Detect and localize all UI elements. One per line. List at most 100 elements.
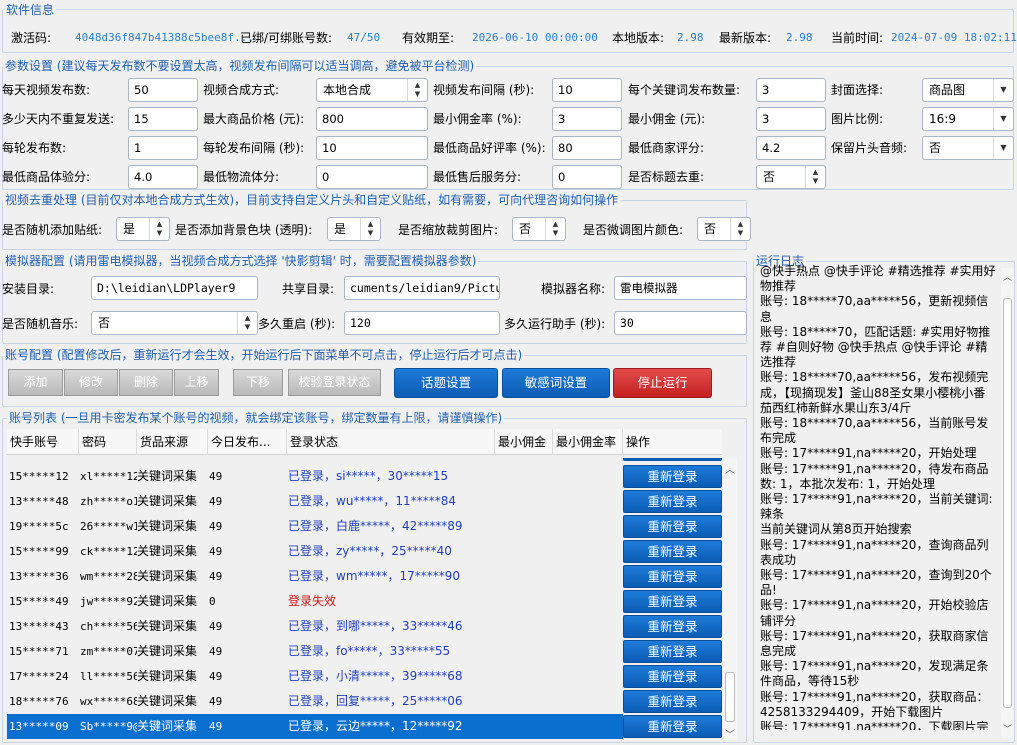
- table-row[interactable]: 18*****76 wx*****68 关键词采集 49 已登录，回复*****，25*…: [7, 689, 623, 714]
- keep-audio-select[interactable]: 否 ▼: [922, 136, 1014, 160]
- cover-select[interactable]: 商品图 ▼: [922, 78, 1014, 102]
- install-input[interactable]: D:\leidian\LDPlayer9: [91, 276, 258, 300]
- relogin-button[interactable]: 重新登录: [623, 690, 722, 713]
- relogin-button[interactable]: 重新登录: [623, 490, 722, 513]
- log-scrollbar-thumb[interactable]: [1003, 298, 1012, 708]
- dedup-title-select[interactable]: 否 ▲ ▼: [756, 165, 826, 189]
- table-scrollbar-thumb[interactable]: [725, 672, 735, 722]
- relogin-button[interactable]: 重新登录: [623, 565, 722, 588]
- min-exp-label: 最低商品体验分:: [2, 170, 91, 184]
- current-time-value: 2024-07-09 18:02:11: [891, 31, 1017, 44]
- scroll-down-arrow-icon[interactable]: ﹀: [1002, 722, 1013, 735]
- relogin-button[interactable]: 重新登录: [623, 640, 722, 663]
- table-row[interactable]: 13*****36 wm*****28 关键词采集 49 已登录，wm*****，17*…: [7, 564, 623, 589]
- table-row[interactable]: 19*****5c 26*****w1 关键词采集 49 已登录，白鹿*****，42*…: [7, 514, 623, 539]
- stop-running-button[interactable]: 停止运行: [613, 368, 712, 398]
- add-button[interactable]: 添加: [8, 369, 63, 396]
- tint-select[interactable]: 否 ▲ ▼: [697, 217, 751, 241]
- move-up-button[interactable]: 上移: [174, 369, 219, 396]
- min-commission-rate-input[interactable]: 3: [552, 107, 622, 131]
- cover-label: 封面选择:: [831, 83, 884, 97]
- sticker-select[interactable]: 是 ▲ ▼: [116, 217, 170, 241]
- relogin-button[interactable]: 重新登录: [623, 465, 722, 488]
- col-account[interactable]: 快手账号: [7, 429, 79, 455]
- ratio-select[interactable]: 16:9 ▼: [922, 107, 1014, 131]
- min-aftersale-input[interactable]: 0: [552, 165, 622, 189]
- crop-select[interactable]: 否 ▲ ▼: [512, 217, 566, 241]
- log-line: 账号: 18*****70，匹配话题: #实用好物推荐 #自则好物 @快手热点 …: [760, 324, 991, 370]
- topic-settings-button[interactable]: 话题设置: [394, 368, 498, 398]
- log-line: 账号: 18*****70,aa*****56，更新视频信息: [760, 294, 989, 324]
- table-row[interactable]: 15*****49 jw*****92 关键词采集 0 登录失效: [7, 589, 623, 614]
- scroll-down-arrow-icon[interactable]: ﹀: [724, 726, 736, 741]
- activation-label: 激活码:: [11, 31, 52, 45]
- col-actions[interactable]: 操作: [623, 429, 722, 455]
- relogin-button[interactable]: 重新登录: [623, 665, 722, 688]
- min-exp-input[interactable]: 4.0: [128, 165, 198, 189]
- local-version-value: 2.98: [677, 31, 704, 44]
- relogin-button[interactable]: 重新登录: [623, 615, 722, 638]
- scroll-up-arrow-icon[interactable]: ︿: [1002, 270, 1013, 283]
- relogin-button[interactable]: 重新登录: [623, 540, 722, 563]
- move-down-button[interactable]: 下移: [233, 369, 283, 396]
- cell-today: 49: [209, 520, 223, 533]
- table-row[interactable]: 13*****09 Sb*****9@ 关键词采集 49 已登录，云边*****，12*…: [7, 714, 623, 739]
- emulator-name-input[interactable]: 雷电模拟器: [614, 276, 747, 300]
- table-scrollbar[interactable]: ︿ ﹀: [723, 458, 737, 741]
- col-status[interactable]: 登录状态: [287, 429, 495, 455]
- min-good-rate-input[interactable]: 80: [552, 136, 622, 160]
- min-shop-score-input[interactable]: 4.2: [756, 136, 826, 160]
- table-row[interactable]: 17*****24 ll*****56 关键词采集 49 已登录，小清*****，39*…: [7, 664, 623, 689]
- log-line: 账号: 17*****91,na*****20，开始校验店铺评分: [760, 598, 989, 628]
- helper-input[interactable]: 30: [614, 311, 747, 335]
- delete-button[interactable]: 删除: [119, 369, 173, 396]
- log-line: 账号: 17*****91,na*****20，发现满足条件商品，等待15秒: [760, 659, 989, 689]
- col-today[interactable]: 今日发布...: [208, 429, 287, 455]
- relogin-button[interactable]: 重新登录: [623, 515, 722, 538]
- relogin-button[interactable]: 重新登录: [623, 590, 722, 613]
- col-min-commission-rate[interactable]: 最小佣金率: [553, 429, 623, 455]
- expiry-value: 2026-06-10 00:00:00: [472, 31, 598, 44]
- cell-status: 已登录，si*****，30*****15: [288, 469, 449, 483]
- table-row[interactable]: 13*****48 zh*****o1 关键词采集 49 已登录，wu*****，11*…: [7, 489, 623, 514]
- round-interval-input[interactable]: 10: [316, 136, 428, 160]
- cell-today: 49: [209, 645, 223, 658]
- interval-input[interactable]: 10: [552, 78, 622, 102]
- table-row[interactable]: 15*****12 xl*****12 关键词采集 49 已登录，si*****，30*…: [7, 464, 623, 489]
- col-min-commission[interactable]: 最小佣金: [495, 429, 553, 455]
- expiry-label: 有效期至:: [402, 31, 455, 45]
- log-line: 账号: 17*****91,na*****20，查询到20个品!: [760, 568, 992, 598]
- daily-video-input[interactable]: 50: [128, 78, 198, 102]
- max-price-input[interactable]: 800: [316, 107, 428, 131]
- min-logistics-label: 最低物流体分:: [203, 170, 280, 184]
- relogin-button-partial[interactable]: [623, 458, 722, 461]
- cell-today: 49: [209, 570, 223, 583]
- bgblock-select[interactable]: 是 ▲ ▼: [327, 217, 381, 241]
- cell-account: 15*****49: [9, 595, 69, 608]
- scroll-up-arrow-icon[interactable]: ︿: [724, 461, 736, 476]
- table-row[interactable]: 15*****71 zm*****07 关键词采集 49 已登录，fo*****，33*…: [7, 639, 623, 664]
- relogin-button[interactable]: 重新登录: [623, 715, 722, 738]
- edit-button[interactable]: 修改: [64, 369, 118, 396]
- verify-login-button[interactable]: 校验登录状态: [288, 369, 381, 396]
- col-password[interactable]: 密码: [79, 429, 137, 455]
- per-round-input[interactable]: 1: [128, 136, 198, 160]
- sensitive-settings-button[interactable]: 敏感词设置: [502, 368, 610, 398]
- up-down-arrows-icon: ▲ ▼: [730, 218, 750, 240]
- min-commission-input[interactable]: 3: [756, 107, 826, 131]
- music-select[interactable]: 否 ▲ ▼: [91, 311, 258, 335]
- table-row[interactable]: 13*****43 ch*****56 关键词采集 49 已登录，到哪*****，33*…: [7, 614, 623, 639]
- log-scrollbar[interactable]: ︿ ﹀: [1001, 268, 1014, 738]
- cell-today: 49: [209, 695, 223, 708]
- table-row[interactable]: 15*****99 ck*****12 关键词采集 49 已登录，zy*****，25*…: [7, 539, 623, 564]
- no-repeat-days-input[interactable]: 15: [128, 107, 198, 131]
- cell-status: 已登录，云边*****，12*****92: [288, 719, 463, 733]
- cell-account: 13*****36: [9, 570, 69, 583]
- restart-input[interactable]: 120: [344, 311, 500, 335]
- synth-mode-select[interactable]: 本地合成 ▲ ▼: [316, 78, 428, 102]
- col-source[interactable]: 货品来源: [137, 429, 208, 455]
- share-input[interactable]: cuments/leidian9/Pictures: [344, 276, 500, 300]
- cell-account: 13*****09: [9, 720, 69, 733]
- per-keyword-input[interactable]: 3: [756, 78, 826, 102]
- min-logistics-input[interactable]: 0: [316, 165, 428, 189]
